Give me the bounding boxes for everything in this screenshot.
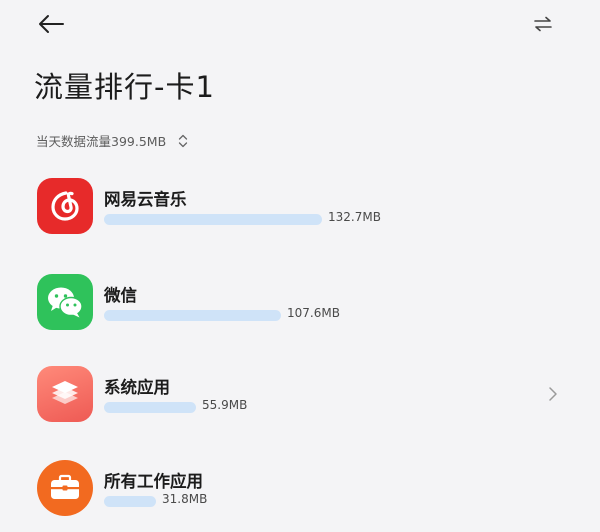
list-item[interactable]: 所有工作应用 31.8MB	[0, 452, 600, 526]
app-name: 系统应用	[104, 378, 170, 397]
list-item[interactable]: 系统应用 55.9MB	[0, 358, 600, 432]
back-button[interactable]	[34, 10, 68, 38]
usage-value: 55.9MB	[202, 398, 248, 412]
usage-bar	[104, 214, 322, 225]
usage-bar	[104, 496, 156, 507]
briefcase-icon	[37, 460, 93, 516]
netease-cloud-music-icon	[37, 178, 93, 234]
arrow-left-icon	[39, 15, 64, 33]
daily-usage-label: 当天数据流量399.5MB	[36, 134, 167, 149]
top-bar	[0, 0, 600, 48]
usage-value: 31.8MB	[162, 492, 208, 506]
swap-sim-button[interactable]	[528, 12, 558, 36]
wechat-icon	[37, 274, 93, 330]
app-name: 微信	[104, 286, 137, 305]
usage-value: 132.7MB	[328, 210, 381, 224]
usage-bar	[104, 402, 196, 413]
list-item[interactable]: 网易云音乐 132.7MB	[0, 170, 600, 244]
usage-bar	[104, 310, 281, 321]
swap-arrows-icon	[534, 16, 552, 32]
daily-usage-summary[interactable]: 当天数据流量399.5MB	[36, 131, 188, 150]
chevron-right-icon	[549, 387, 557, 401]
system-apps-icon	[37, 366, 93, 422]
chevron-up-down-icon	[178, 134, 188, 148]
app-name: 所有工作应用	[104, 472, 203, 491]
app-name: 网易云音乐	[104, 190, 187, 209]
list-item[interactable]: 微信 107.6MB	[0, 266, 600, 340]
usage-value: 107.6MB	[287, 306, 340, 320]
page-title: 流量排行-卡1	[34, 70, 215, 104]
